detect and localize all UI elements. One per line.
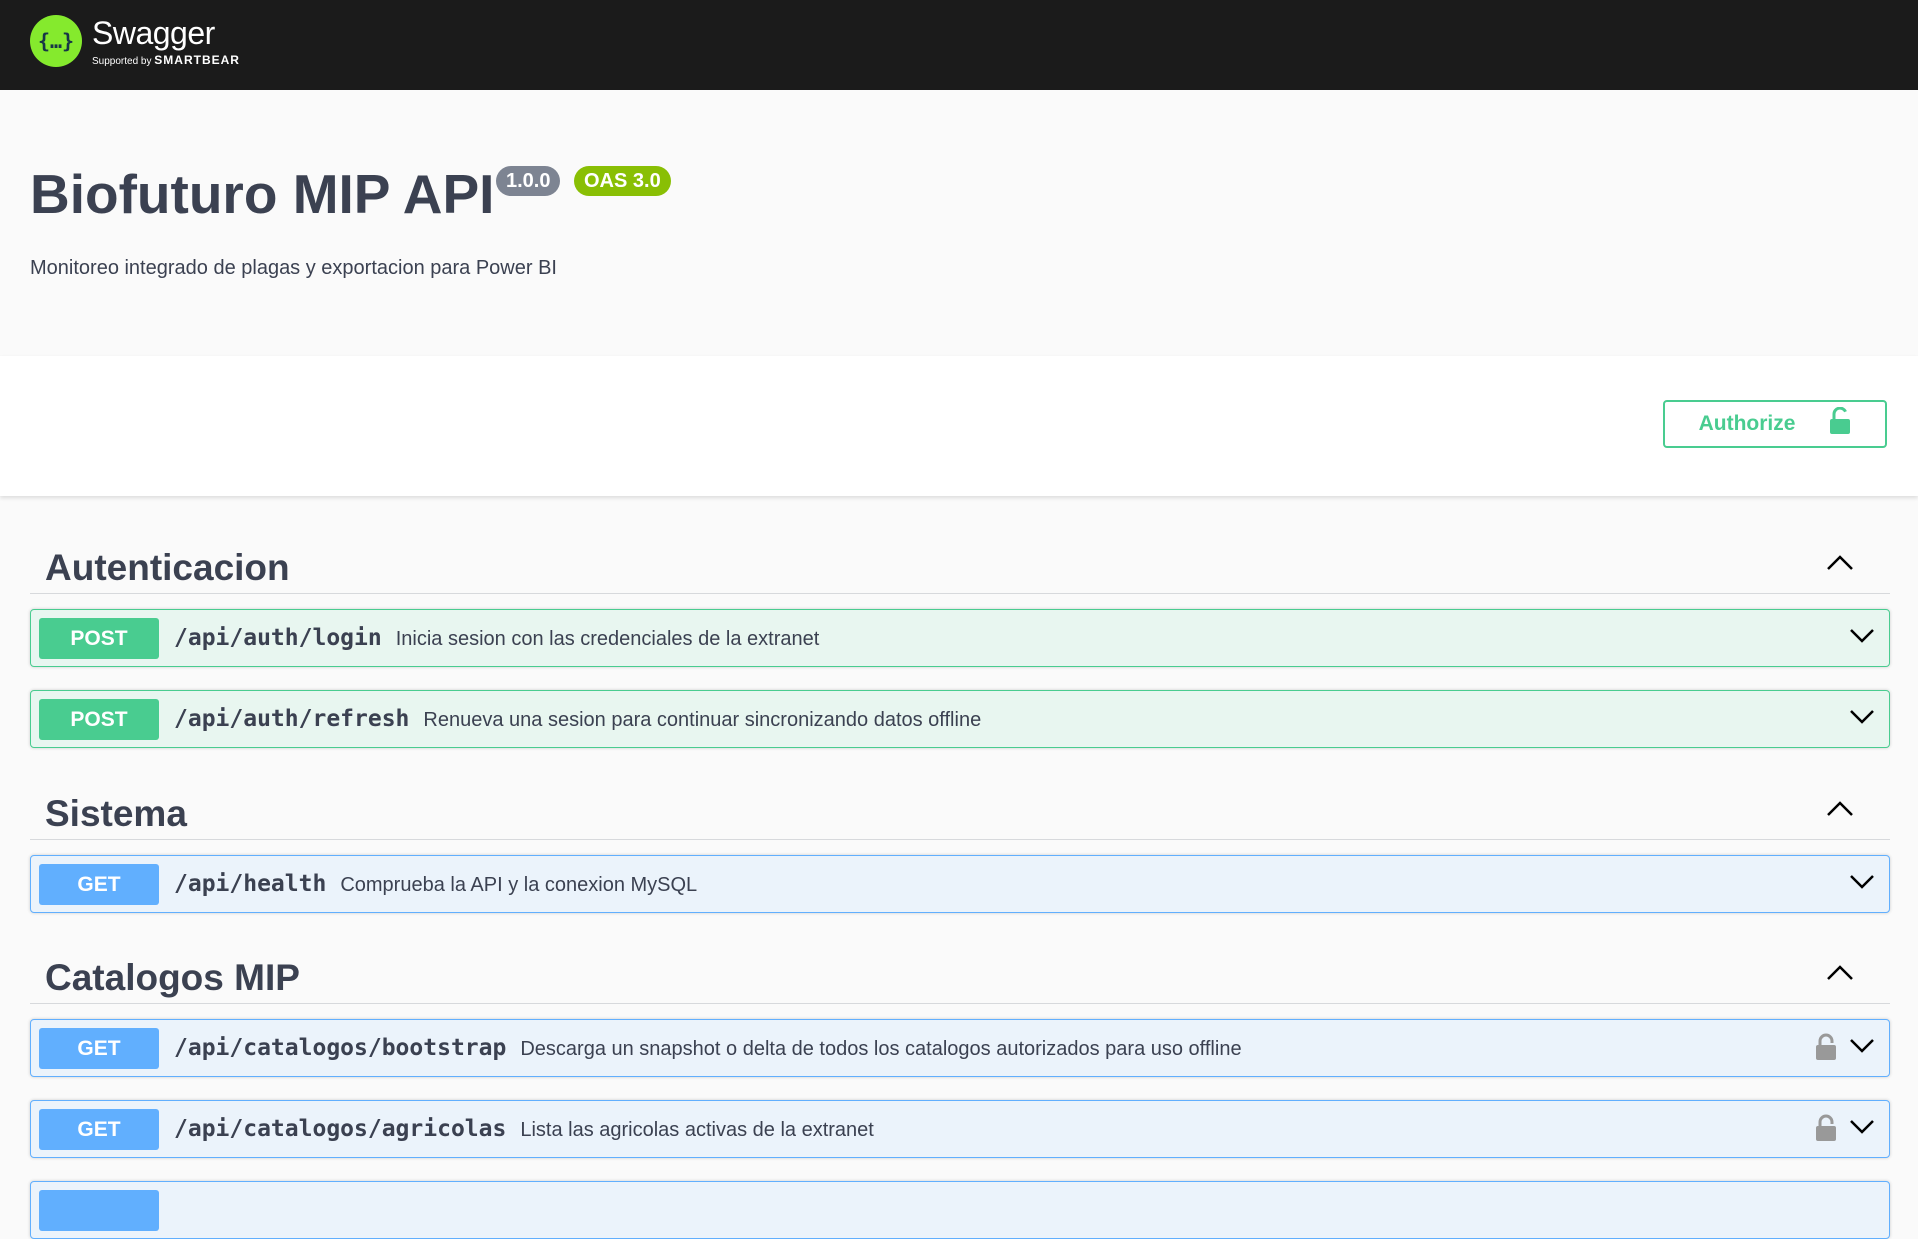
chevron-down-icon[interactable] <box>1849 628 1875 644</box>
authorize-label: Authorize <box>1698 412 1796 435</box>
operation-get-catalogos-bootstrap[interactable]: GET /api/catalogos/bootstrap Descarga un … <box>30 1019 1890 1077</box>
scheme-container: Authorize <box>0 356 1918 496</box>
authorize-button[interactable]: Authorize <box>1663 400 1887 448</box>
operation-summary: Renueva una sesion para continuar sincro… <box>423 709 982 731</box>
chevron-up-icon[interactable] <box>1826 965 1854 981</box>
version-badge: 1.0.0 <box>496 166 561 196</box>
section-title: Catalogos MIP <box>45 957 300 998</box>
operation-path: /api/auth/login Inicia sesion con las cre… <box>174 625 819 651</box>
chevron-up-icon[interactable] <box>1826 801 1854 817</box>
lock-icon[interactable] <box>1815 1033 1837 1061</box>
api-description: Monitoreo integrado de plagas y exportac… <box>30 257 557 279</box>
chevron-down-icon[interactable] <box>1849 1119 1875 1135</box>
operation-path: /api/catalogos/agricolas Lista las agrico… <box>174 1116 874 1142</box>
section-title: Autenticacion <box>45 547 290 588</box>
swagger-logo[interactable]: {…} Swagger Supported by SMARTBEAR <box>30 15 240 67</box>
topbar: {…} Swagger Supported by SMARTBEAR <box>0 0 1918 90</box>
chevron-down-icon[interactable] <box>1849 709 1875 725</box>
path-text: /api/catalogos/agricolas <box>174 1116 507 1142</box>
section-autenticacion[interactable]: Autenticacion <box>30 535 1890 594</box>
logo-name: Swagger <box>92 15 215 51</box>
unlock-icon <box>1829 406 1851 441</box>
section-catalogos-mip[interactable]: Catalogos MIP <box>30 945 1890 1004</box>
operation-partial[interactable] <box>30 1181 1890 1239</box>
method-badge: GET <box>39 1028 159 1069</box>
oas-badge: OAS 3.0 <box>574 166 671 196</box>
path-text: /api/catalogos/bootstrap <box>174 1035 507 1061</box>
operation-summary: Lista las agricolas activas de la extran… <box>520 1119 874 1141</box>
logo-sub-prefix: Supported by <box>92 56 152 67</box>
operation-post-auth-refresh[interactable]: POST /api/auth/refresh Renueva una sesion… <box>30 690 1890 748</box>
method-badge: POST <box>39 699 159 740</box>
method-badge: GET <box>39 1109 159 1150</box>
logo-text: Swagger Supported by SMARTBEAR <box>92 15 240 67</box>
chevron-down-icon[interactable] <box>1849 1038 1875 1054</box>
method-badge: GET <box>39 864 159 905</box>
operation-post-auth-login[interactable]: POST /api/auth/login Inicia sesion con la… <box>30 609 1890 667</box>
section-title: Sistema <box>45 793 187 834</box>
operation-path: /api/auth/refresh Renueva una sesion para… <box>174 706 981 732</box>
path-text: /api/health <box>174 871 327 897</box>
operation-get-health[interactable]: GET /api/health Comprueba la API y la con… <box>30 855 1890 913</box>
operation-get-catalogos-agricolas[interactable]: GET /api/catalogos/agricolas Lista las ag… <box>30 1100 1890 1158</box>
operation-summary: Descarga un snapshot o delta de todos lo… <box>520 1038 1242 1060</box>
operation-path: /api/health Comprueba la API y la conexio… <box>174 871 697 897</box>
lock-icon[interactable] <box>1815 1114 1837 1142</box>
method-badge <box>39 1190 159 1231</box>
path-text: /api/auth/login <box>174 625 382 651</box>
api-info: Biofuturo MIP API 1.0.0 OAS 3.0 Monitore… <box>0 90 1918 356</box>
operation-path: /api/catalogos/bootstrap Descarga un snap… <box>174 1035 1242 1061</box>
chevron-up-icon[interactable] <box>1826 555 1854 571</box>
path-text: /api/auth/refresh <box>174 706 410 732</box>
operation-summary: Inicia sesion con las credenciales de la… <box>395 628 820 650</box>
section-sistema[interactable]: Sistema <box>30 781 1890 840</box>
operation-summary: Comprueba la API y la conexion MySQL <box>340 874 698 896</box>
method-badge: POST <box>39 618 159 659</box>
chevron-down-icon[interactable] <box>1849 874 1875 890</box>
swagger-logo-icon: {…} <box>30 15 82 67</box>
logo-sub-brand: SMARTBEAR <box>154 53 240 67</box>
page-title: Biofuturo MIP API <box>30 163 495 225</box>
logo-subtitle: Supported by SMARTBEAR <box>92 53 240 67</box>
